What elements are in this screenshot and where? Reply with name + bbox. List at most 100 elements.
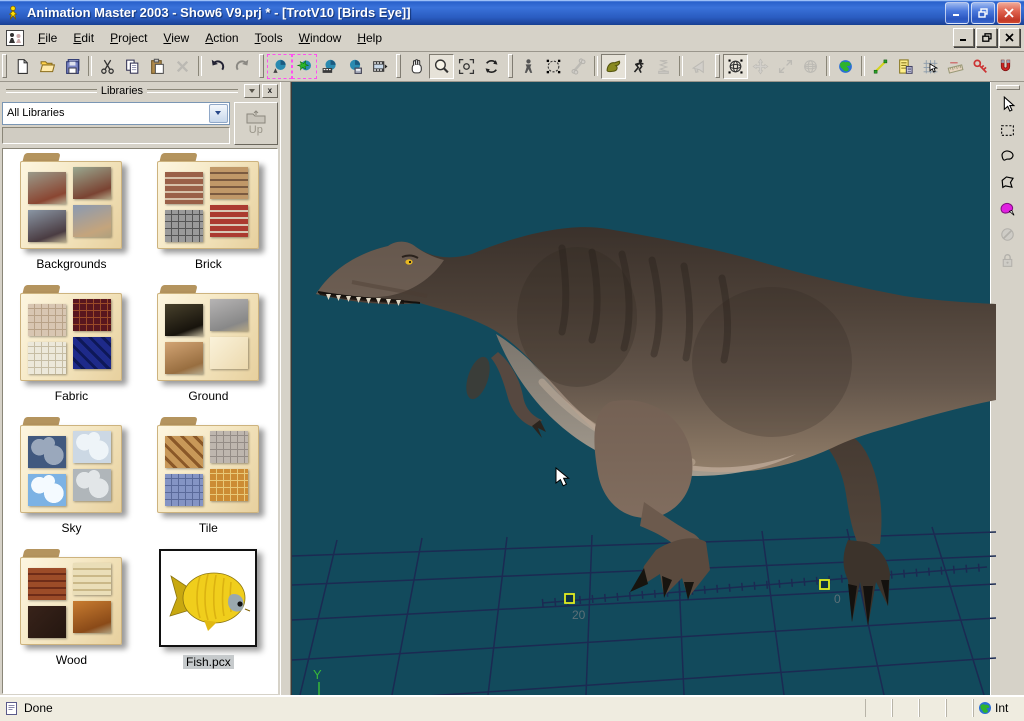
close-button[interactable] (997, 2, 1021, 24)
zoom-fit-icon[interactable] (454, 54, 479, 79)
megaphone-icon (686, 54, 711, 79)
earth-icon[interactable] (833, 54, 858, 79)
viewport-birds-eye[interactable]: 20 0 (291, 82, 991, 695)
copy-icon[interactable] (120, 54, 145, 79)
library-item-fish-pcx[interactable]: Fish.pcx (140, 549, 277, 681)
group-icon[interactable] (994, 196, 1022, 222)
key-icon[interactable] (968, 54, 993, 79)
delete-icon (170, 54, 195, 79)
texture-thumbnail (73, 601, 111, 633)
divider (147, 89, 238, 93)
library-item-brick[interactable]: Brick (140, 153, 277, 285)
menu-window[interactable]: Window (291, 28, 350, 48)
texture-thumbnail (73, 431, 111, 463)
y-axis-indicator: Y (313, 667, 322, 695)
toolbar-grip[interactable] (715, 54, 720, 78)
library-motion-icon[interactable] (317, 54, 342, 79)
undo-icon[interactable] (205, 54, 230, 79)
toolbar-grip[interactable] (508, 54, 513, 78)
library-item-wood[interactable]: Wood (3, 549, 140, 681)
menu-view[interactable]: View (155, 28, 197, 48)
library-action-icon[interactable] (292, 54, 317, 79)
menu-items: FileEditProjectViewActionToolsWindowHelp (30, 28, 953, 48)
mouse-cursor (555, 467, 570, 492)
globe-icon (978, 701, 992, 715)
skeletal-run-icon[interactable] (626, 54, 651, 79)
library-model-icon[interactable] (267, 54, 292, 79)
keyframe-marker-20[interactable]: 20 (565, 594, 586, 622)
selection-toolbar (994, 92, 1022, 274)
mirror-face-icon[interactable] (1018, 54, 1024, 79)
chevron-down-icon[interactable] (209, 104, 228, 123)
paste-icon[interactable] (145, 54, 170, 79)
open-folder-icon[interactable] (35, 54, 60, 79)
bound-sphere-icon[interactable] (723, 54, 748, 79)
filmstrip-icon[interactable] (367, 54, 392, 79)
zoom-icon[interactable] (429, 54, 454, 79)
up-button-label: Up (249, 124, 263, 136)
panel-menu-button[interactable] (244, 84, 260, 98)
library-item-fabric[interactable]: Fabric (3, 285, 140, 417)
svg-text:20: 20 (572, 608, 586, 622)
ruler-icon[interactable] (943, 54, 968, 79)
panel-close-button[interactable]: x (262, 84, 278, 98)
model-points-icon[interactable] (541, 54, 566, 79)
divider (6, 89, 97, 93)
restore-button[interactable] (971, 2, 995, 24)
child-minimize-button[interactable] (953, 28, 974, 47)
texture-thumbnail (210, 167, 248, 199)
figure-icon[interactable] (516, 54, 541, 79)
translate-icon (748, 54, 773, 79)
menu-edit[interactable]: Edit (65, 28, 102, 48)
panel-splitter[interactable] (280, 82, 291, 695)
cut-icon[interactable] (95, 54, 120, 79)
menu-project[interactable]: Project (102, 28, 155, 48)
texture-thumbnail (210, 337, 248, 369)
svg-text:0: 0 (834, 592, 841, 606)
rect-select-icon[interactable] (994, 118, 1022, 144)
library-item-tile[interactable]: Tile (140, 417, 277, 549)
library-item-label: Tile (196, 521, 221, 535)
menu-tools[interactable]: Tools (247, 28, 291, 48)
texture-thumbnail (210, 205, 248, 237)
library-device-icon[interactable] (342, 54, 367, 79)
library-item-label: Fish.pcx (183, 655, 234, 669)
menu-action[interactable]: Action (197, 28, 246, 48)
turn-icon[interactable] (479, 54, 504, 79)
frame-list-icon[interactable] (893, 54, 918, 79)
path-icon[interactable] (868, 54, 893, 79)
texture-thumbnail (28, 436, 66, 468)
lasso-icon[interactable] (994, 144, 1022, 170)
library-select[interactable]: All Libraries (2, 102, 230, 125)
libraries-panel: Libraries x All Libraries Up Bac (0, 82, 280, 695)
menu-file[interactable]: File (30, 28, 65, 48)
save-all-icon[interactable] (60, 54, 85, 79)
toolbar-grip[interactable] (259, 54, 264, 78)
child-close-button[interactable] (999, 28, 1020, 47)
pan-hand-icon[interactable] (404, 54, 429, 79)
image-thumbnail (159, 549, 257, 647)
library-item-backgrounds[interactable]: Backgrounds (3, 153, 140, 285)
toolbar-band-navigation (394, 52, 506, 80)
magnet-icon[interactable] (993, 54, 1018, 79)
muscle-icon[interactable] (601, 54, 626, 79)
texture-thumbnail (73, 205, 111, 237)
toolbar-band-manipulate: A (713, 52, 1024, 80)
library-item-sky[interactable]: Sky (3, 417, 140, 549)
trex-model[interactable] (316, 227, 996, 626)
library-item-ground[interactable]: Ground (140, 285, 277, 417)
grid-cursor-icon[interactable] (918, 54, 943, 79)
library-item-label: Sky (58, 521, 84, 535)
toolbar-grip[interactable] (996, 85, 1020, 90)
toolbar-grip[interactable] (2, 54, 7, 78)
new-file-icon[interactable] (10, 54, 35, 79)
toolbar-separator (679, 56, 683, 76)
pointer-icon[interactable] (994, 92, 1022, 118)
library-select-value: All Libraries (3, 107, 208, 119)
toolbar-grip[interactable] (396, 54, 401, 78)
menu-help[interactable]: Help (349, 28, 390, 48)
library-item-label: Backgrounds (33, 257, 109, 271)
child-restore-button[interactable] (976, 28, 997, 47)
minimize-button[interactable] (945, 2, 969, 24)
polygon-lasso-icon[interactable] (994, 170, 1022, 196)
